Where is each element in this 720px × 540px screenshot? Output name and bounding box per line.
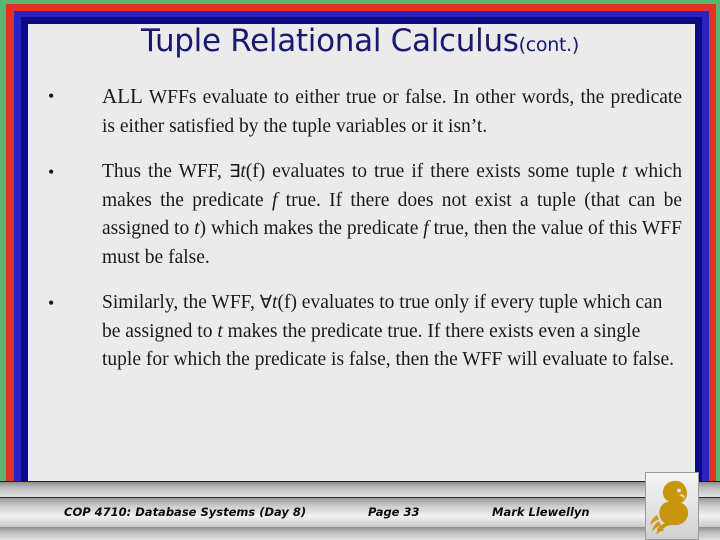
- footer-band-bottom: [0, 527, 720, 540]
- bullet-body-text: Similarly, the WFF,: [102, 292, 260, 313]
- list-item: • Similarly, the WFF, ∀t(f) evaluates to…: [40, 289, 682, 375]
- bullet-marker: •: [48, 293, 55, 313]
- bullet-body-text: WFFs evaluate to either true or false. I…: [102, 87, 682, 137]
- presentation-slide: Tuple Relational Calculus(cont.) • ALL W…: [0, 0, 720, 540]
- bullet-marker: •: [48, 86, 55, 106]
- bullet-text: Similarly, the WFF, ∀t(f) evaluates to t…: [102, 289, 682, 375]
- bullet-body-text: ) which makes the predicate: [199, 218, 424, 239]
- exists-quantifier-symbol: ∃: [228, 161, 241, 182]
- forall-quantifier-symbol: ∀: [259, 292, 273, 313]
- footer-course-label: COP 4710: Database Systems (Day 8): [64, 504, 307, 519]
- footer-text-row: COP 4710: Database Systems (Day 8) Page …: [0, 497, 720, 526]
- bullet-text: ALL WFFs evaluate to either true or fals…: [102, 82, 682, 141]
- bullet-emphasis-all: ALL: [102, 84, 143, 108]
- bullet-body-text: (f) evaluates to true if there exists so…: [245, 161, 622, 182]
- bullet-text: Thus the WFF, ∃t(f) evaluates to true if…: [102, 158, 682, 272]
- ucf-pegasus-logo: [645, 472, 699, 540]
- slide-title: Tuple Relational Calculus(cont.): [28, 26, 692, 57]
- footer-page-number: Page 33: [368, 504, 420, 519]
- bullet-marker: •: [48, 162, 55, 182]
- pegasus-icon: [650, 480, 689, 535]
- title-suffix-text: (cont.): [518, 34, 580, 56]
- list-item: • Thus the WFF, ∃t(f) evaluates to true …: [40, 158, 682, 272]
- bullet-body-text: Thus the WFF,: [102, 161, 229, 182]
- slide-footer: COP 4710: Database Systems (Day 8) Page …: [0, 472, 720, 540]
- slide-body: • ALL WFFs evaluate to either true or fa…: [40, 82, 682, 392]
- footer-author-label: Mark Llewellyn: [492, 504, 590, 519]
- footer-band-top: [0, 481, 720, 498]
- title-main-text: Tuple Relational Calculus: [141, 23, 519, 59]
- list-item: • ALL WFFs evaluate to either true or fa…: [40, 82, 682, 141]
